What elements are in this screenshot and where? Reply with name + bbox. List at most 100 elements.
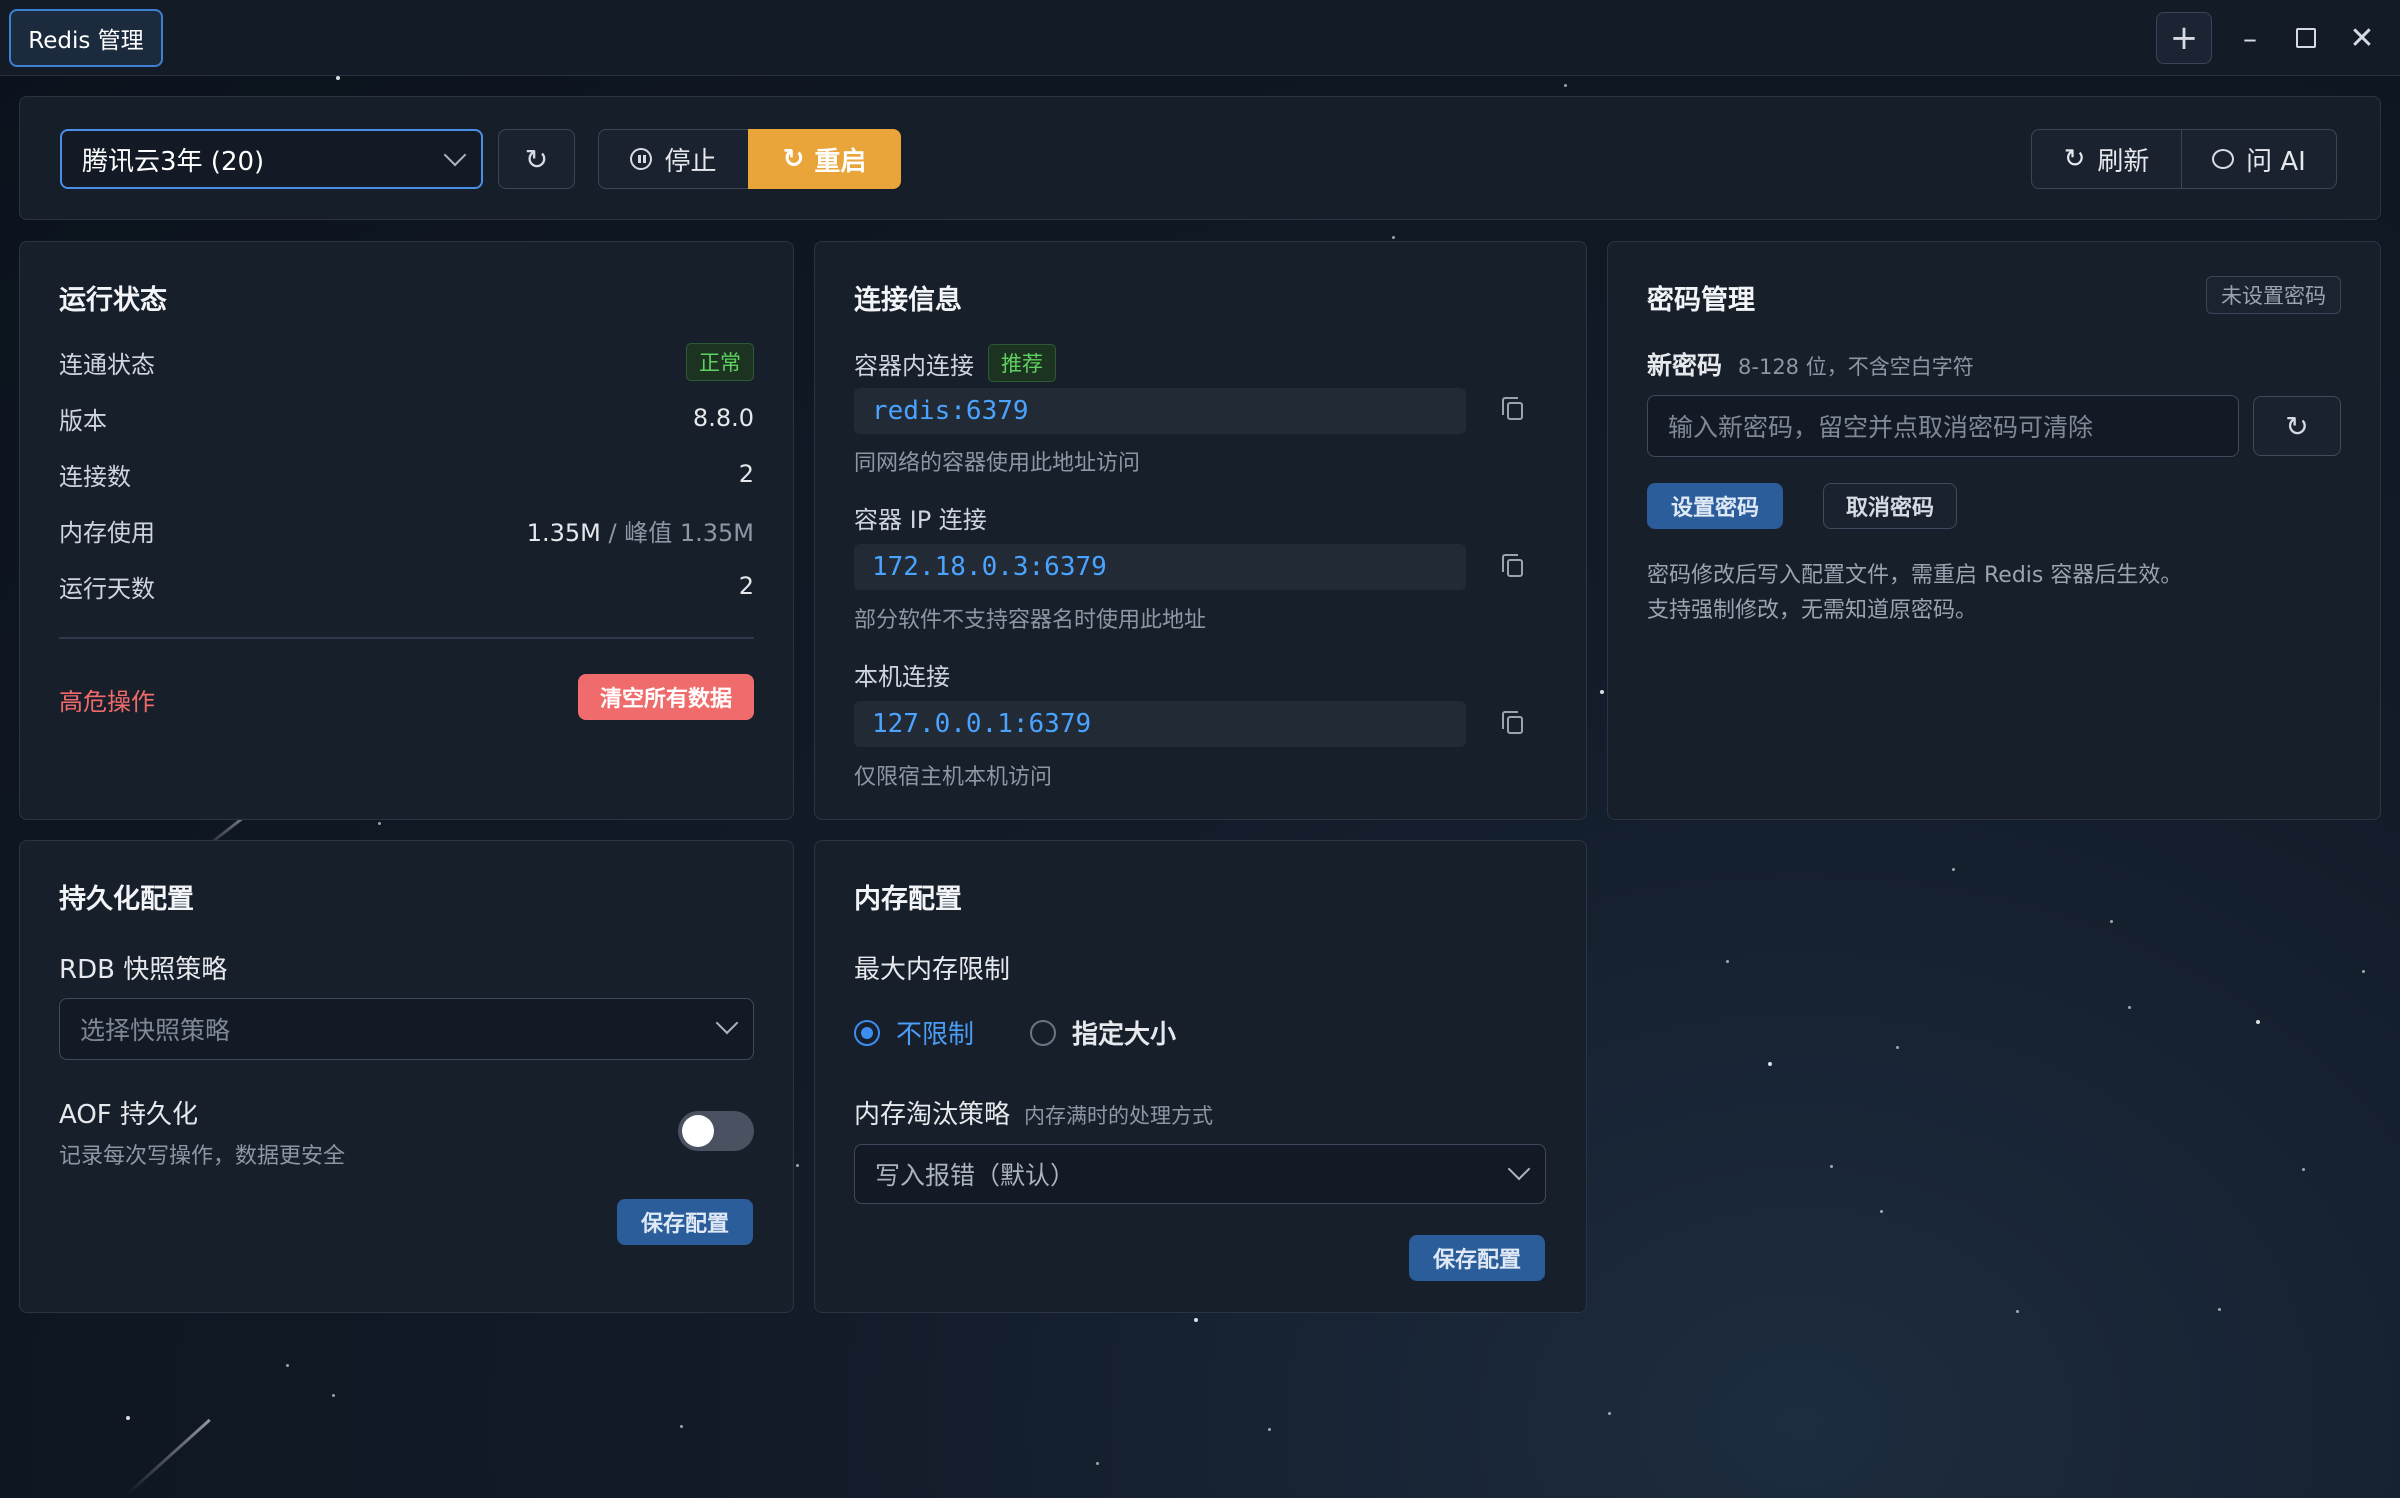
status-row-connectivity: 连通状态 正常 — [59, 343, 754, 381]
aof-label: AOF 持久化 — [59, 1100, 199, 1130]
instance-select[interactable]: 腾讯云3年 (20) — [60, 129, 483, 189]
minimize-button[interactable]: – — [2224, 12, 2276, 64]
recommended-badge: 推荐 — [988, 344, 1056, 382]
radio-specified-label: 指定大小 — [1072, 1020, 1177, 1050]
password-status-tag: 未设置密码 — [2206, 276, 2341, 314]
tab-title: Redis 管理 — [28, 28, 144, 54]
save-memory-button[interactable]: 保存配置 — [1409, 1235, 1546, 1281]
copy-icon[interactable] — [1502, 554, 1523, 577]
ask-ai-button[interactable]: 问 AI — [2182, 130, 2336, 188]
eviction-hint: 内存满时的处理方式 — [1024, 1104, 1214, 1128]
conn-hint-container: 同网络的容器使用此地址访问 — [854, 451, 1141, 476]
chevron-down-icon — [1507, 1157, 1531, 1181]
restart-icon: ↻ — [782, 144, 805, 174]
refresh-icon: ↻ — [2285, 409, 2309, 443]
conn-label-text: 容器 IP 连接 — [854, 506, 987, 534]
new-password-input[interactable]: 输入新密码，留空并点取消密码可清除 — [1647, 395, 2239, 457]
rdb-label: RDB 快照策略 — [59, 955, 228, 985]
radio-unselected-icon — [1030, 1019, 1057, 1046]
title-bar: Redis 管理 + – ✕ — [0, 0, 2400, 76]
status-row-value: 2 — [738, 572, 754, 600]
toolbar-actions: ↻ 刷新 问 AI — [2031, 129, 2337, 189]
status-row-memory: 内存使用 1.35M / 峰值 1.35M — [59, 512, 754, 548]
aof-toggle[interactable] — [678, 1111, 754, 1151]
add-tab-button[interactable]: + — [2156, 12, 2212, 64]
restart-button[interactable]: ↻ 重启 — [748, 129, 901, 189]
password-note-line: 支持强制修改，无需知道原密码。 — [1647, 598, 1978, 623]
radio-selected-icon — [854, 1019, 880, 1046]
status-panel: 运行状态 连通状态 正常 版本 8.8.0 连接数 2 内存使用 1.35M /… — [19, 241, 794, 820]
minimize-icon: – — [2243, 21, 2257, 55]
flush-all-button[interactable]: 清空所有数据 — [577, 674, 754, 720]
clear-password-button[interactable]: 取消密码 — [1823, 483, 1958, 529]
conn-address-container[interactable]: redis:6379 — [854, 388, 1466, 434]
radio-unlimited[interactable]: 不限制 — [854, 1014, 974, 1051]
status-row-connections: 连接数 2 — [59, 456, 754, 492]
radio-specified[interactable]: 指定大小 — [1030, 1014, 1176, 1051]
eviction-policy-select[interactable]: 写入报错（默认） — [854, 1144, 1546, 1204]
status-row-value: 2 — [738, 460, 754, 488]
tab-redis-manager[interactable]: Redis 管理 — [9, 9, 163, 67]
set-password-button[interactable]: 设置密码 — [1647, 483, 1784, 529]
status-row-version: 版本 8.8.0 — [59, 400, 754, 436]
maximize-button[interactable] — [2280, 12, 2332, 64]
connection-panel-title: 连接信息 — [854, 285, 962, 316]
conn-address-local[interactable]: 127.0.0.1:6379 — [854, 701, 1466, 747]
status-row-value: 8.8.0 — [692, 404, 754, 432]
status-row-label: 版本 — [59, 406, 107, 435]
memory-separator: / — [600, 518, 625, 547]
rdb-strategy-select[interactable]: 选择快照策略 — [59, 998, 754, 1060]
refresh-button[interactable]: ↻ 刷新 — [2032, 130, 2182, 188]
instance-select-value: 腾讯云3年 (20) — [82, 146, 265, 177]
generate-password-button[interactable]: ↻ — [2253, 396, 2341, 456]
max-memory-options: 不限制 指定大小 — [854, 1014, 1176, 1051]
pause-icon — [630, 148, 653, 170]
password-note: 密码修改后写入配置文件，需重启 Redis 容器后生效。 支持强制修改，无需知道… — [1647, 558, 2182, 628]
password-panel-title: 密码管理 — [1647, 285, 1755, 316]
new-password-placeholder: 输入新密码，留空并点取消密码可清除 — [1668, 413, 2094, 442]
close-window-button[interactable]: ✕ — [2336, 12, 2388, 64]
status-row-label: 连接数 — [59, 462, 131, 491]
new-password-hint: 8-128 位，不含空白字符 — [1738, 355, 1974, 379]
eviction-label: 内存淘汰策略 — [854, 1100, 1011, 1130]
reload-instances-button[interactable]: ↻ — [498, 129, 575, 189]
refresh-label: 刷新 — [2097, 146, 2150, 177]
status-badge: 正常 — [686, 343, 754, 381]
status-divider — [59, 637, 754, 639]
new-password-label-row: 新密码 8-128 位，不含空白字符 — [1647, 346, 1974, 382]
password-panel: 密码管理 未设置密码 新密码 8-128 位，不含空白字符 输入新密码，留空并点… — [1607, 241, 2381, 820]
aof-hint: 记录每次写操作，数据更安全 — [59, 1144, 346, 1169]
maximize-icon — [2296, 28, 2316, 48]
status-row-uptime: 运行天数 2 — [59, 568, 754, 604]
conn-label-ip: 容器 IP 连接 — [854, 500, 987, 535]
memory-peak: 峰值 1.35M — [624, 518, 754, 547]
rdb-strategy-placeholder: 选择快照策略 — [80, 1016, 231, 1045]
copy-icon[interactable] — [1502, 397, 1523, 420]
toggle-knob — [682, 1115, 714, 1147]
memory-used: 1.35M — [526, 518, 601, 547]
plus-icon: + — [2169, 18, 2199, 58]
connection-panel: 连接信息 容器内连接 推荐 redis:6379 同网络的容器使用此地址访问 容… — [814, 241, 1587, 820]
status-row-label: 连通状态 — [59, 350, 155, 379]
new-password-label: 新密码 — [1647, 351, 1723, 380]
chat-bubble-icon — [2212, 149, 2235, 169]
status-row-label: 内存使用 — [59, 518, 155, 547]
conn-label-text: 容器内连接 — [854, 351, 974, 380]
eviction-policy-value: 写入报错（默认） — [875, 1161, 1076, 1190]
conn-label-container: 容器内连接 推荐 — [854, 344, 1056, 382]
danger-zone-label: 高危操作 — [59, 688, 155, 716]
refresh-icon: ↻ — [524, 142, 549, 176]
service-control-group: 停止 ↻ 重启 — [598, 129, 901, 189]
chevron-down-icon — [443, 143, 467, 167]
persistence-panel: 持久化配置 RDB 快照策略 选择快照策略 AOF 持久化 记录每次写操作，数据… — [19, 840, 794, 1313]
save-persistence-button[interactable]: 保存配置 — [617, 1199, 754, 1245]
status-panel-title: 运行状态 — [59, 285, 167, 316]
status-row-label: 运行天数 — [59, 574, 155, 603]
stop-button[interactable]: 停止 — [598, 129, 748, 189]
copy-icon[interactable] — [1502, 711, 1523, 734]
conn-label-local: 本机连接 — [854, 657, 950, 692]
conn-label-text: 本机连接 — [854, 663, 950, 691]
max-memory-label: 最大内存限制 — [854, 955, 1011, 985]
conn-address-ip[interactable]: 172.18.0.3:6379 — [854, 544, 1466, 590]
instance-toolbar: 腾讯云3年 (20) ↻ 停止 ↻ 重启 ↻ 刷新 问 AI — [19, 96, 2381, 220]
